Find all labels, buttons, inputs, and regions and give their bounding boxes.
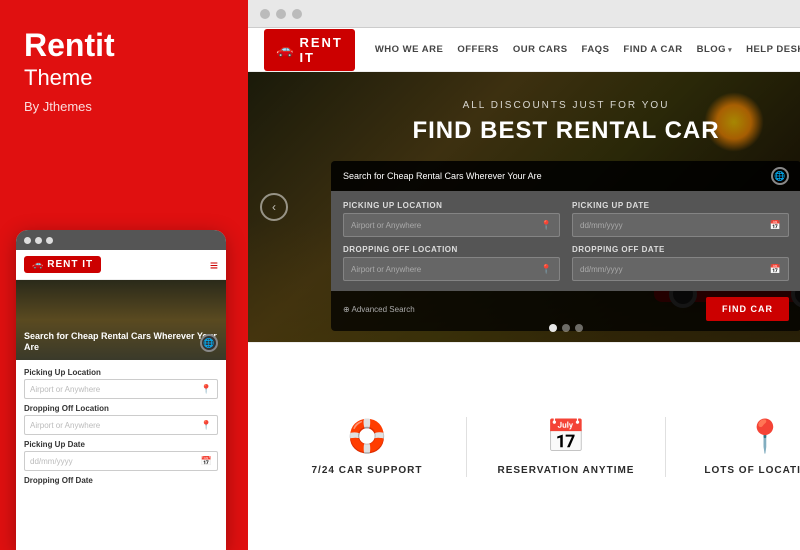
feature-label-3: LOTS OF LOCATIONS: [704, 465, 800, 476]
mobile-hero: Search for Cheap Rental Cars Wherever Yo…: [16, 280, 226, 360]
nav-logo-text: RENT IT: [299, 35, 342, 65]
nav-help-desk[interactable]: HELP DESK: [746, 44, 800, 55]
dropoff-location-group: Dropping Off Location Airport or Anywher…: [343, 245, 560, 281]
browser-chrome: [248, 0, 800, 28]
app-subtitle: Theme: [24, 65, 224, 91]
browser-dot-1: [260, 9, 270, 19]
mobile-dot-3: [46, 237, 53, 244]
mobile-mockup: 🚗 RENT IT ≡ Search for Cheap Rental Cars…: [16, 230, 226, 550]
mobile-input-pickup-date[interactable]: dd/mm/yyyy 📅: [24, 451, 218, 471]
mobile-header: 🚗 RENT IT ≡: [16, 250, 226, 280]
mobile-input-pickup-location[interactable]: Airport or Anywhere 📍: [24, 379, 218, 399]
pickup-location-group: Picking Up Location Airport or Anywhere …: [343, 201, 560, 237]
chevron-down-icon: ▾: [728, 46, 732, 54]
calendar-icon-2: 📅: [770, 264, 781, 275]
advanced-search-link[interactable]: ⊕ Advanced Search: [343, 305, 415, 314]
pickup-location-input[interactable]: Airport or Anywhere 📍: [343, 213, 560, 237]
hero-slider-dots: [549, 324, 583, 332]
mobile-dot-1: [24, 237, 31, 244]
browser-dot-3: [292, 9, 302, 19]
left-panel: Rentit Theme By Jthemes 🚗 RENT IT ≡ Sear…: [0, 0, 248, 550]
nav-offers[interactable]: OFFERS: [457, 44, 499, 55]
location-pin-icon-2: 📍: [541, 264, 552, 275]
feature-car-support: 🛟 7/24 CAR SUPPORT: [268, 417, 466, 476]
nav-blog[interactable]: BLOG ▾: [697, 44, 732, 55]
pickup-date-input[interactable]: dd/mm/yyyy 📅: [572, 213, 789, 237]
search-form: Search for Cheap Rental Cars Wherever Yo…: [331, 161, 800, 331]
nav-who-we-are[interactable]: WHO WE ARE: [375, 44, 444, 55]
mobile-chrome: [16, 230, 226, 250]
feature-reservation: 📅 RESERVATION ANYTIME: [467, 417, 665, 476]
mobile-location-icon-1: 📍: [201, 384, 212, 395]
feature-label-1: 7/24 CAR SUPPORT: [311, 465, 422, 476]
mobile-hamburger-icon[interactable]: ≡: [210, 257, 218, 273]
hero-title: FIND BEST RENTAL CAR: [412, 117, 719, 145]
dropoff-date-input[interactable]: dd/mm/yyyy 📅: [572, 257, 789, 281]
calendar-icon: 📅: [546, 417, 586, 455]
hero-dot-2[interactable]: [562, 324, 570, 332]
mobile-field-label-3: Picking Up Date: [24, 440, 218, 449]
lifebuoy-icon: 🛟: [347, 417, 387, 455]
car-icon: 🚗: [276, 41, 293, 58]
pickup-location-label: Picking Up Location: [343, 201, 560, 210]
app-title: Rentit: [24, 28, 224, 63]
pickup-date-label: Picking Up Date: [572, 201, 789, 210]
navbar: 🚗 RENT IT WHO WE ARE OFFERS OUR CARS FAQ…: [248, 28, 800, 72]
find-car-button[interactable]: FIND CAR: [706, 297, 789, 321]
feature-label-2: RESERVATION ANYTIME: [498, 465, 635, 476]
nav-find-a-car[interactable]: FIND A CAR: [623, 44, 682, 55]
search-form-title: Search for Cheap Rental Cars Wherever Yo…: [343, 171, 542, 181]
hero-section: ‹ › ALL DISCOUNTS JUST FOR YOU FIND BEST…: [248, 72, 800, 342]
globe-icon: 🌐: [771, 167, 789, 185]
mobile-field-label-2: Dropping Off Location: [24, 404, 218, 413]
dropoff-date-group: Dropping Off Date dd/mm/yyyy 📅: [572, 245, 789, 281]
mobile-form: Picking Up Location Airport or Anywhere …: [16, 360, 226, 495]
features-section: 🛟 7/24 CAR SUPPORT 📅 RESERVATION ANYTIME…: [248, 342, 800, 550]
dropoff-date-label: Dropping Off Date: [572, 245, 789, 254]
mobile-field-label-4: Dropping Off Date: [24, 476, 218, 485]
hero-content: ALL DISCOUNTS JUST FOR YOU FIND BEST REN…: [248, 72, 800, 342]
mobile-dot-2: [35, 237, 42, 244]
calendar-icon-1: 📅: [770, 220, 781, 231]
app-author: By Jthemes: [24, 99, 224, 114]
nav-logo[interactable]: 🚗 RENT IT: [264, 29, 355, 71]
nav-links: WHO WE ARE OFFERS OUR CARS FAQS FIND A C…: [375, 44, 800, 55]
mobile-logo: 🚗 RENT IT: [24, 256, 101, 273]
nav-our-cars[interactable]: OUR CARS: [513, 44, 568, 55]
mobile-logo-text: RENT IT: [47, 259, 93, 270]
mobile-input-dropoff-location[interactable]: Airport or Anywhere 📍: [24, 415, 218, 435]
mobile-location-icon-2: 📍: [201, 420, 212, 431]
location-pin-icon: 📍: [745, 417, 785, 455]
hero-subtitle: ALL DISCOUNTS JUST FOR YOU: [463, 100, 670, 111]
hero-dot-1[interactable]: [549, 324, 557, 332]
dropoff-location-input[interactable]: Airport or Anywhere 📍: [343, 257, 560, 281]
hero-dot-3[interactable]: [575, 324, 583, 332]
location-pin-icon-1: 📍: [541, 220, 552, 231]
pickup-date-group: Picking Up Date dd/mm/yyyy 📅: [572, 201, 789, 237]
mobile-field-label-1: Picking Up Location: [24, 368, 218, 377]
mobile-calendar-icon: 📅: [201, 456, 212, 467]
nav-faqs[interactable]: FAQS: [582, 44, 610, 55]
feature-locations: 📍 LOTS OF LOCATIONS: [666, 417, 800, 476]
right-panel: 🚗 RENT IT WHO WE ARE OFFERS OUR CARS FAQ…: [248, 0, 800, 550]
mobile-hero-text: Search for Cheap Rental Cars Wherever Yo…: [24, 331, 218, 354]
browser-dot-2: [276, 9, 286, 19]
dropoff-location-label: Dropping Off Location: [343, 245, 560, 254]
website: 🚗 RENT IT WHO WE ARE OFFERS OUR CARS FAQ…: [248, 28, 800, 550]
mobile-globe-icon: 🌐: [200, 334, 218, 352]
search-form-header: Search for Cheap Rental Cars Wherever Yo…: [331, 161, 800, 191]
search-fields: Picking Up Location Airport or Anywhere …: [331, 191, 800, 291]
